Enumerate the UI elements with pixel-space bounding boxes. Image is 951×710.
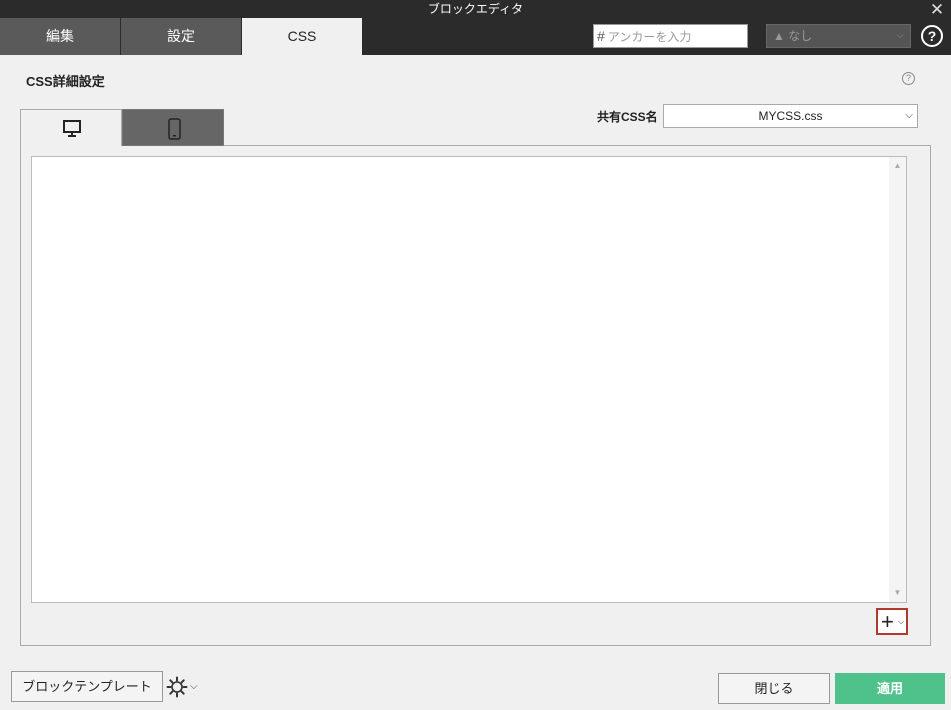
desktop-icon xyxy=(63,120,81,137)
anchor-input[interactable]: # アンカーを入力 xyxy=(593,24,748,48)
scroll-up-icon[interactable]: ▲ xyxy=(889,159,906,173)
gear-icon[interactable] xyxy=(166,676,188,698)
help-small-icon[interactable]: ? xyxy=(902,72,915,85)
hash-icon: # xyxy=(597,28,605,44)
close-icon[interactable]: ✕ xyxy=(929,1,945,18)
tab-settings[interactable]: 設定 xyxy=(121,18,241,55)
help-icon[interactable]: ? xyxy=(921,25,943,47)
tab-mobile[interactable] xyxy=(122,109,224,146)
css-editor[interactable]: ▲ ▼ xyxy=(31,156,907,603)
tab-css[interactable]: CSS xyxy=(242,18,362,55)
block-template-button[interactable]: ブロックテンプレート xyxy=(11,671,163,702)
anchor-placeholder: アンカーを入力 xyxy=(607,30,692,44)
close-button[interactable]: 閉じる xyxy=(718,673,830,704)
anchor-select-value: なし xyxy=(788,29,813,43)
shared-css-value: MYCSS.css xyxy=(758,109,823,123)
window-title: ブロックエディタ xyxy=(427,2,524,16)
chevron-down-icon[interactable]: ⌵ xyxy=(190,681,198,692)
section-title: CSS詳細設定 xyxy=(26,74,105,89)
chevron-down-icon: ⌵ xyxy=(898,617,905,626)
editor-scrollbar[interactable]: ▲ ▼ xyxy=(889,157,906,602)
scroll-down-icon[interactable]: ▼ xyxy=(889,586,906,600)
shared-css-select[interactable]: MYCSS.css ⌵ xyxy=(663,104,918,128)
chevron-down-icon: ⌵ xyxy=(896,30,904,41)
plus-icon: + xyxy=(881,609,894,634)
add-button[interactable]: + ⌵ xyxy=(876,608,908,635)
anchor-type-icon: ▲ xyxy=(773,29,785,43)
chevron-down-icon: ⌵ xyxy=(905,110,913,121)
apply-button[interactable]: 適用 xyxy=(835,673,945,704)
shared-css-label: 共有CSS名 xyxy=(597,110,658,124)
anchor-select[interactable]: ▲ なし ⌵ xyxy=(766,24,911,48)
gear-icon-svg xyxy=(166,676,188,698)
tab-desktop[interactable] xyxy=(20,109,122,146)
tab-edit[interactable]: 編集 xyxy=(0,18,120,55)
mobile-icon xyxy=(168,118,181,140)
